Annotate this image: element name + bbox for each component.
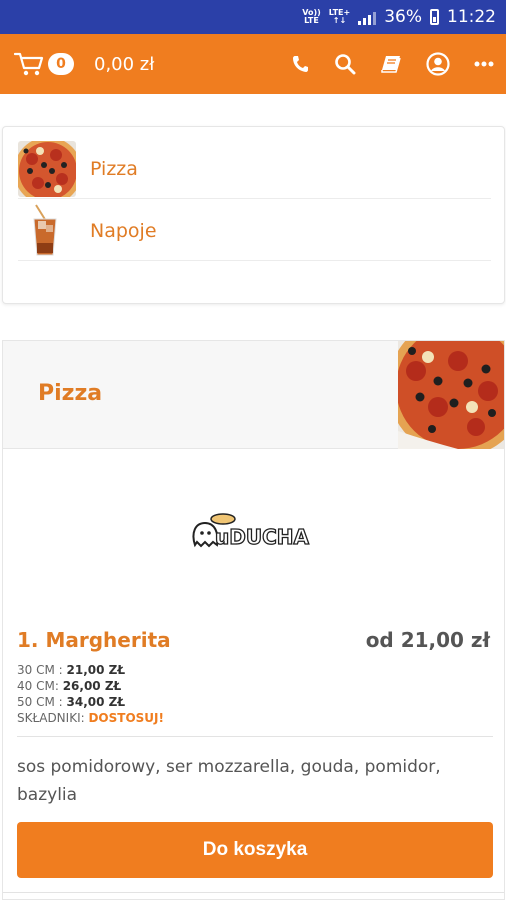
section-image	[398, 341, 504, 449]
battery-percent: 36%	[384, 7, 422, 27]
status-bar: Vo)) LTE LTE+ ↑↓ 36% 11:22	[0, 0, 506, 34]
ingredients-row: SKŁADNIKI: DOSTOSUJ!	[17, 710, 164, 726]
size-price: 34,00 ZŁ	[66, 695, 126, 709]
divider	[3, 892, 504, 893]
volte-bottom-text: LTE	[304, 16, 319, 25]
category-label: Napoje	[90, 219, 157, 242]
ingredients-label: SKŁADNIKI:	[17, 711, 89, 725]
signal-icon	[358, 9, 377, 25]
size-price: 21,00 ZŁ	[66, 663, 126, 677]
pizza-thumbnail	[18, 140, 76, 197]
category-item-pizza[interactable]: Pizza	[18, 139, 491, 199]
product-description: sos pomidorowy, ser mozzarella, gouda, p…	[17, 757, 441, 805]
lte-indicator: LTE+ ↑↓	[329, 9, 350, 25]
size-price: 26,00 ZŁ	[62, 679, 122, 693]
customize-link[interactable]: DOSTOSUJ!	[88, 711, 164, 725]
product-name[interactable]: 1. Margherita	[17, 628, 171, 652]
size-row: 50 CM : 34,00 ZŁ	[17, 694, 164, 710]
logo-text: uDUCHA	[215, 525, 309, 549]
product-price: od 21,00 zł	[365, 628, 490, 652]
book-icon[interactable]	[380, 54, 402, 74]
app-header: 0 0,00 zł	[0, 34, 506, 94]
cart-button[interactable]: 0	[14, 51, 74, 77]
category-item-napoje[interactable]: Napoje	[18, 201, 491, 261]
drink-thumbnail	[18, 202, 76, 259]
size-label: 50 CM :	[17, 695, 67, 709]
more-icon[interactable]	[474, 60, 494, 68]
volte-indicator: Vo)) LTE	[302, 9, 321, 25]
account-icon[interactable]	[426, 52, 450, 76]
category-label: Pizza	[90, 157, 138, 180]
battery-icon	[430, 9, 439, 25]
divider	[17, 736, 493, 737]
size-prices: 30 CM : 21,00 ZŁ 40 CM: 26,00 ZŁ 50 CM :…	[17, 662, 164, 726]
size-row: 30 CM : 21,00 ZŁ	[17, 662, 164, 678]
cart-total: 0,00 zł	[94, 53, 155, 75]
size-row: 40 CM: 26,00 ZŁ	[17, 678, 164, 694]
lte-bottom-text: ↑↓	[332, 16, 347, 25]
section-title: Pizza	[38, 381, 103, 406]
search-icon[interactable]	[334, 53, 356, 75]
restaurant-logo: uDUCHA	[189, 511, 323, 557]
size-label: 40 CM:	[17, 679, 63, 693]
cart-icon	[14, 52, 44, 76]
phone-icon[interactable]	[290, 54, 310, 74]
cart-count-badge: 0	[48, 53, 74, 75]
add-to-cart-button[interactable]: Do koszyka	[17, 822, 493, 878]
menu-section: Pizza uDUCHA 1. Margherita od 21,00 zł 3…	[2, 340, 505, 900]
category-list: Pizza Napoje	[2, 126, 505, 304]
size-label: 30 CM :	[17, 663, 67, 677]
clock: 11:22	[447, 7, 496, 27]
section-header: Pizza	[3, 341, 504, 449]
